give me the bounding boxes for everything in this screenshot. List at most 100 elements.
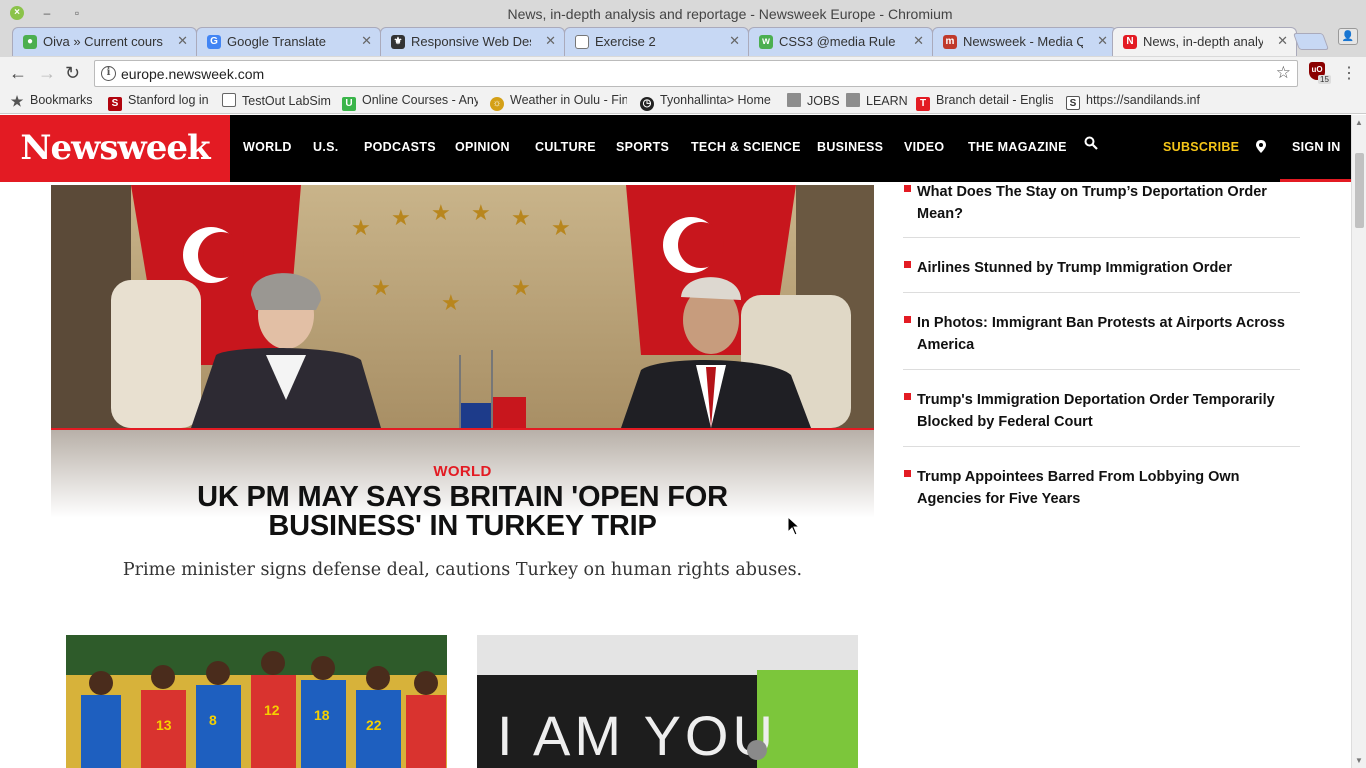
sidebar-story[interactable]: Airlines Stunned by Trump Immigration Or… bbox=[903, 238, 1300, 293]
bookmark-stanford[interactable]: S Stanford log in bbox=[108, 93, 214, 111]
bullet-icon bbox=[904, 316, 911, 323]
sidebar-story[interactable]: What Does The Stay on Trump’s Deportatio… bbox=[903, 179, 1300, 238]
tab-newsweek-media[interactable]: m Newsweek - Media Q ✕ bbox=[932, 27, 1117, 56]
nav-us[interactable]: U.S. bbox=[313, 140, 339, 154]
hero-summary: Prime minister signs defense deal, cauti… bbox=[122, 560, 803, 580]
hero-image[interactable]: ★ ★ ★ ★ ★ ★ ★ ★ ★ bbox=[51, 185, 874, 428]
svg-text:★: ★ bbox=[511, 275, 531, 300]
nav-video[interactable]: VIDEO bbox=[904, 140, 944, 154]
folder-icon bbox=[846, 93, 860, 107]
tab-close-icon[interactable]: ✕ bbox=[729, 33, 740, 49]
nav-tech-science[interactable]: TECH & SCIENCE bbox=[691, 140, 801, 154]
tab-label: Newsweek - Media Q bbox=[963, 34, 1083, 49]
bookmark-tyonhallinta[interactable]: ◷ Tyonhallinta> Home bbox=[640, 93, 780, 111]
bullet-icon bbox=[904, 393, 911, 400]
reload-icon[interactable]: ↻ bbox=[65, 63, 80, 83]
tab-google-translate[interactable]: G Google Translate ✕ bbox=[196, 27, 381, 56]
subscribe-link[interactable]: SUBSCRIBE bbox=[1163, 140, 1239, 154]
svg-text:★: ★ bbox=[471, 200, 491, 225]
bookmark-star-icon[interactable]: ☆ bbox=[1276, 63, 1291, 83]
scrollbar-thumb[interactable] bbox=[1355, 153, 1364, 228]
bookmark-learn[interactable]: LEARN bbox=[846, 93, 908, 108]
tab-responsive-web[interactable]: ⚜ Responsive Web Desi ✕ bbox=[380, 27, 565, 56]
profile-icon[interactable]: 👤 bbox=[1338, 28, 1358, 45]
svg-text:★: ★ bbox=[511, 205, 531, 230]
bookmark-testout[interactable]: TestOut LabSim bbox=[222, 93, 334, 108]
mq-favicon-icon: m bbox=[943, 35, 957, 49]
svg-text:★: ★ bbox=[551, 215, 571, 240]
hero-section-label[interactable]: WORLD bbox=[51, 463, 874, 480]
nav-world[interactable]: WORLD bbox=[243, 140, 292, 154]
tab-close-icon[interactable]: ✕ bbox=[361, 33, 372, 49]
nav-the-magazine[interactable]: THE MAGAZINE bbox=[968, 140, 1067, 154]
tab-close-icon[interactable]: ✕ bbox=[177, 33, 188, 49]
page-scrollbar[interactable]: ▲ ▼ bbox=[1351, 115, 1366, 768]
browser-toolbar: ← → ↻ i europe.newsweek.com ☆ uO 15 ⋮ bbox=[0, 57, 1366, 89]
newsweek-favicon-icon: N bbox=[1123, 35, 1137, 49]
address-bar[interactable]: i europe.newsweek.com ☆ bbox=[94, 60, 1298, 87]
sidebar-story[interactable]: Trump's Immigration Deportation Order Te… bbox=[903, 370, 1300, 447]
scroll-down-icon[interactable]: ▼ bbox=[1355, 756, 1363, 765]
forward-arrow-icon[interactable]: → bbox=[38, 63, 56, 83]
tab-label: CSS3 @media Rule bbox=[779, 34, 896, 49]
window-titlebar: × – ▫ News, in-depth analysis and report… bbox=[0, 0, 1366, 27]
bookmark-online-courses[interactable]: U Online Courses - Any bbox=[342, 93, 478, 111]
branch-icon: T bbox=[916, 97, 930, 111]
site-header: Newsweek WORLD U.S. PODCASTS OPINION CUL… bbox=[0, 115, 1351, 182]
new-tab-button[interactable] bbox=[1292, 33, 1330, 50]
hero-headline[interactable]: UK PM MAY SAYS BRITAIN 'OPEN FOR BUSINES… bbox=[120, 483, 805, 541]
stanford-icon: S bbox=[108, 97, 122, 111]
tab-label: Google Translate bbox=[227, 34, 327, 49]
bullet-icon bbox=[904, 185, 911, 192]
w3schools-favicon-icon: w bbox=[759, 35, 773, 49]
sandilands-icon: S bbox=[1066, 96, 1080, 110]
search-icon[interactable] bbox=[1084, 136, 1098, 155]
tab-close-icon[interactable]: ✕ bbox=[1277, 33, 1288, 49]
tab-oiva[interactable]: ● Oiva » Current course ✕ bbox=[12, 27, 197, 56]
tab-close-icon[interactable]: ✕ bbox=[913, 33, 924, 49]
tab-exercise-2[interactable]: Exercise 2 ✕ bbox=[564, 27, 749, 56]
bookmark-jobs[interactable]: JOBS bbox=[787, 93, 842, 108]
nav-podcasts[interactable]: PODCASTS bbox=[364, 140, 436, 154]
udemy-icon: U bbox=[342, 97, 356, 111]
responsive-favicon-icon: ⚜ bbox=[391, 35, 405, 49]
snow-sign-thumbnail[interactable]: I AM YOU bbox=[477, 635, 858, 768]
svg-text:22: 22 bbox=[366, 717, 382, 733]
nav-business[interactable]: BUSINESS bbox=[817, 140, 883, 154]
bookmark-weather[interactable]: ☼ Weather in Oulu - Fin bbox=[490, 93, 627, 111]
tab-label: News, in-depth analys bbox=[1143, 34, 1263, 49]
mouse-cursor-icon bbox=[787, 515, 801, 541]
sidebar-story-list: What Does The Stay on Trump’s Deportatio… bbox=[903, 179, 1300, 517]
sidebar-story[interactable]: Trump Appointees Barred From Lobbying Ow… bbox=[903, 447, 1300, 517]
info-icon[interactable]: i bbox=[101, 66, 116, 81]
url-text[interactable]: europe.newsweek.com bbox=[121, 66, 264, 82]
bullet-icon bbox=[904, 261, 911, 268]
tab-css3-media[interactable]: w CSS3 @media Rule ✕ bbox=[748, 27, 933, 56]
football-team-thumbnail[interactable]: 13 8 12 18 22 bbox=[66, 635, 447, 768]
svg-text:18: 18 bbox=[314, 707, 330, 723]
newsweek-logo[interactable]: Newsweek bbox=[0, 115, 230, 182]
tab-close-icon[interactable]: ✕ bbox=[1097, 33, 1108, 49]
folder-icon bbox=[787, 93, 801, 107]
back-arrow-icon[interactable]: ← bbox=[9, 63, 27, 83]
sidebar-story[interactable]: In Photos: Immigrant Ban Protests at Air… bbox=[903, 293, 1300, 370]
nav-sports[interactable]: SPORTS bbox=[616, 140, 669, 154]
location-pin-icon[interactable] bbox=[1256, 140, 1266, 158]
bookmark-sandilands[interactable]: Shttps://sandilands.inf bbox=[1066, 93, 1202, 110]
scroll-up-icon[interactable]: ▲ bbox=[1355, 118, 1363, 127]
nav-culture[interactable]: CULTURE bbox=[535, 140, 596, 154]
bookmark-bookmarks[interactable]: ★ Bookmarks bbox=[10, 93, 102, 108]
svg-text:13: 13 bbox=[156, 717, 172, 733]
nav-opinion[interactable]: OPINION bbox=[455, 140, 510, 154]
web-page: Newsweek WORLD U.S. PODCASTS OPINION CUL… bbox=[0, 115, 1351, 768]
sign-in-link[interactable]: SIGN IN bbox=[1292, 140, 1341, 154]
google-translate-favicon-icon: G bbox=[207, 35, 221, 49]
window-title: News, in-depth analysis and reportage - … bbox=[507, 6, 953, 22]
tab-strip: ● Oiva » Current course ✕ G Google Trans… bbox=[0, 27, 1366, 57]
tab-close-icon[interactable]: ✕ bbox=[545, 33, 556, 49]
tab-newsweek-active[interactable]: N News, in-depth analys ✕ bbox=[1112, 27, 1297, 56]
chrome-menu-icon[interactable]: ⋮ bbox=[1341, 63, 1357, 83]
bookmark-branch[interactable]: T Branch detail - Englis bbox=[916, 93, 1053, 111]
tab-label: Exercise 2 bbox=[595, 34, 656, 49]
svg-text:★: ★ bbox=[431, 200, 451, 225]
